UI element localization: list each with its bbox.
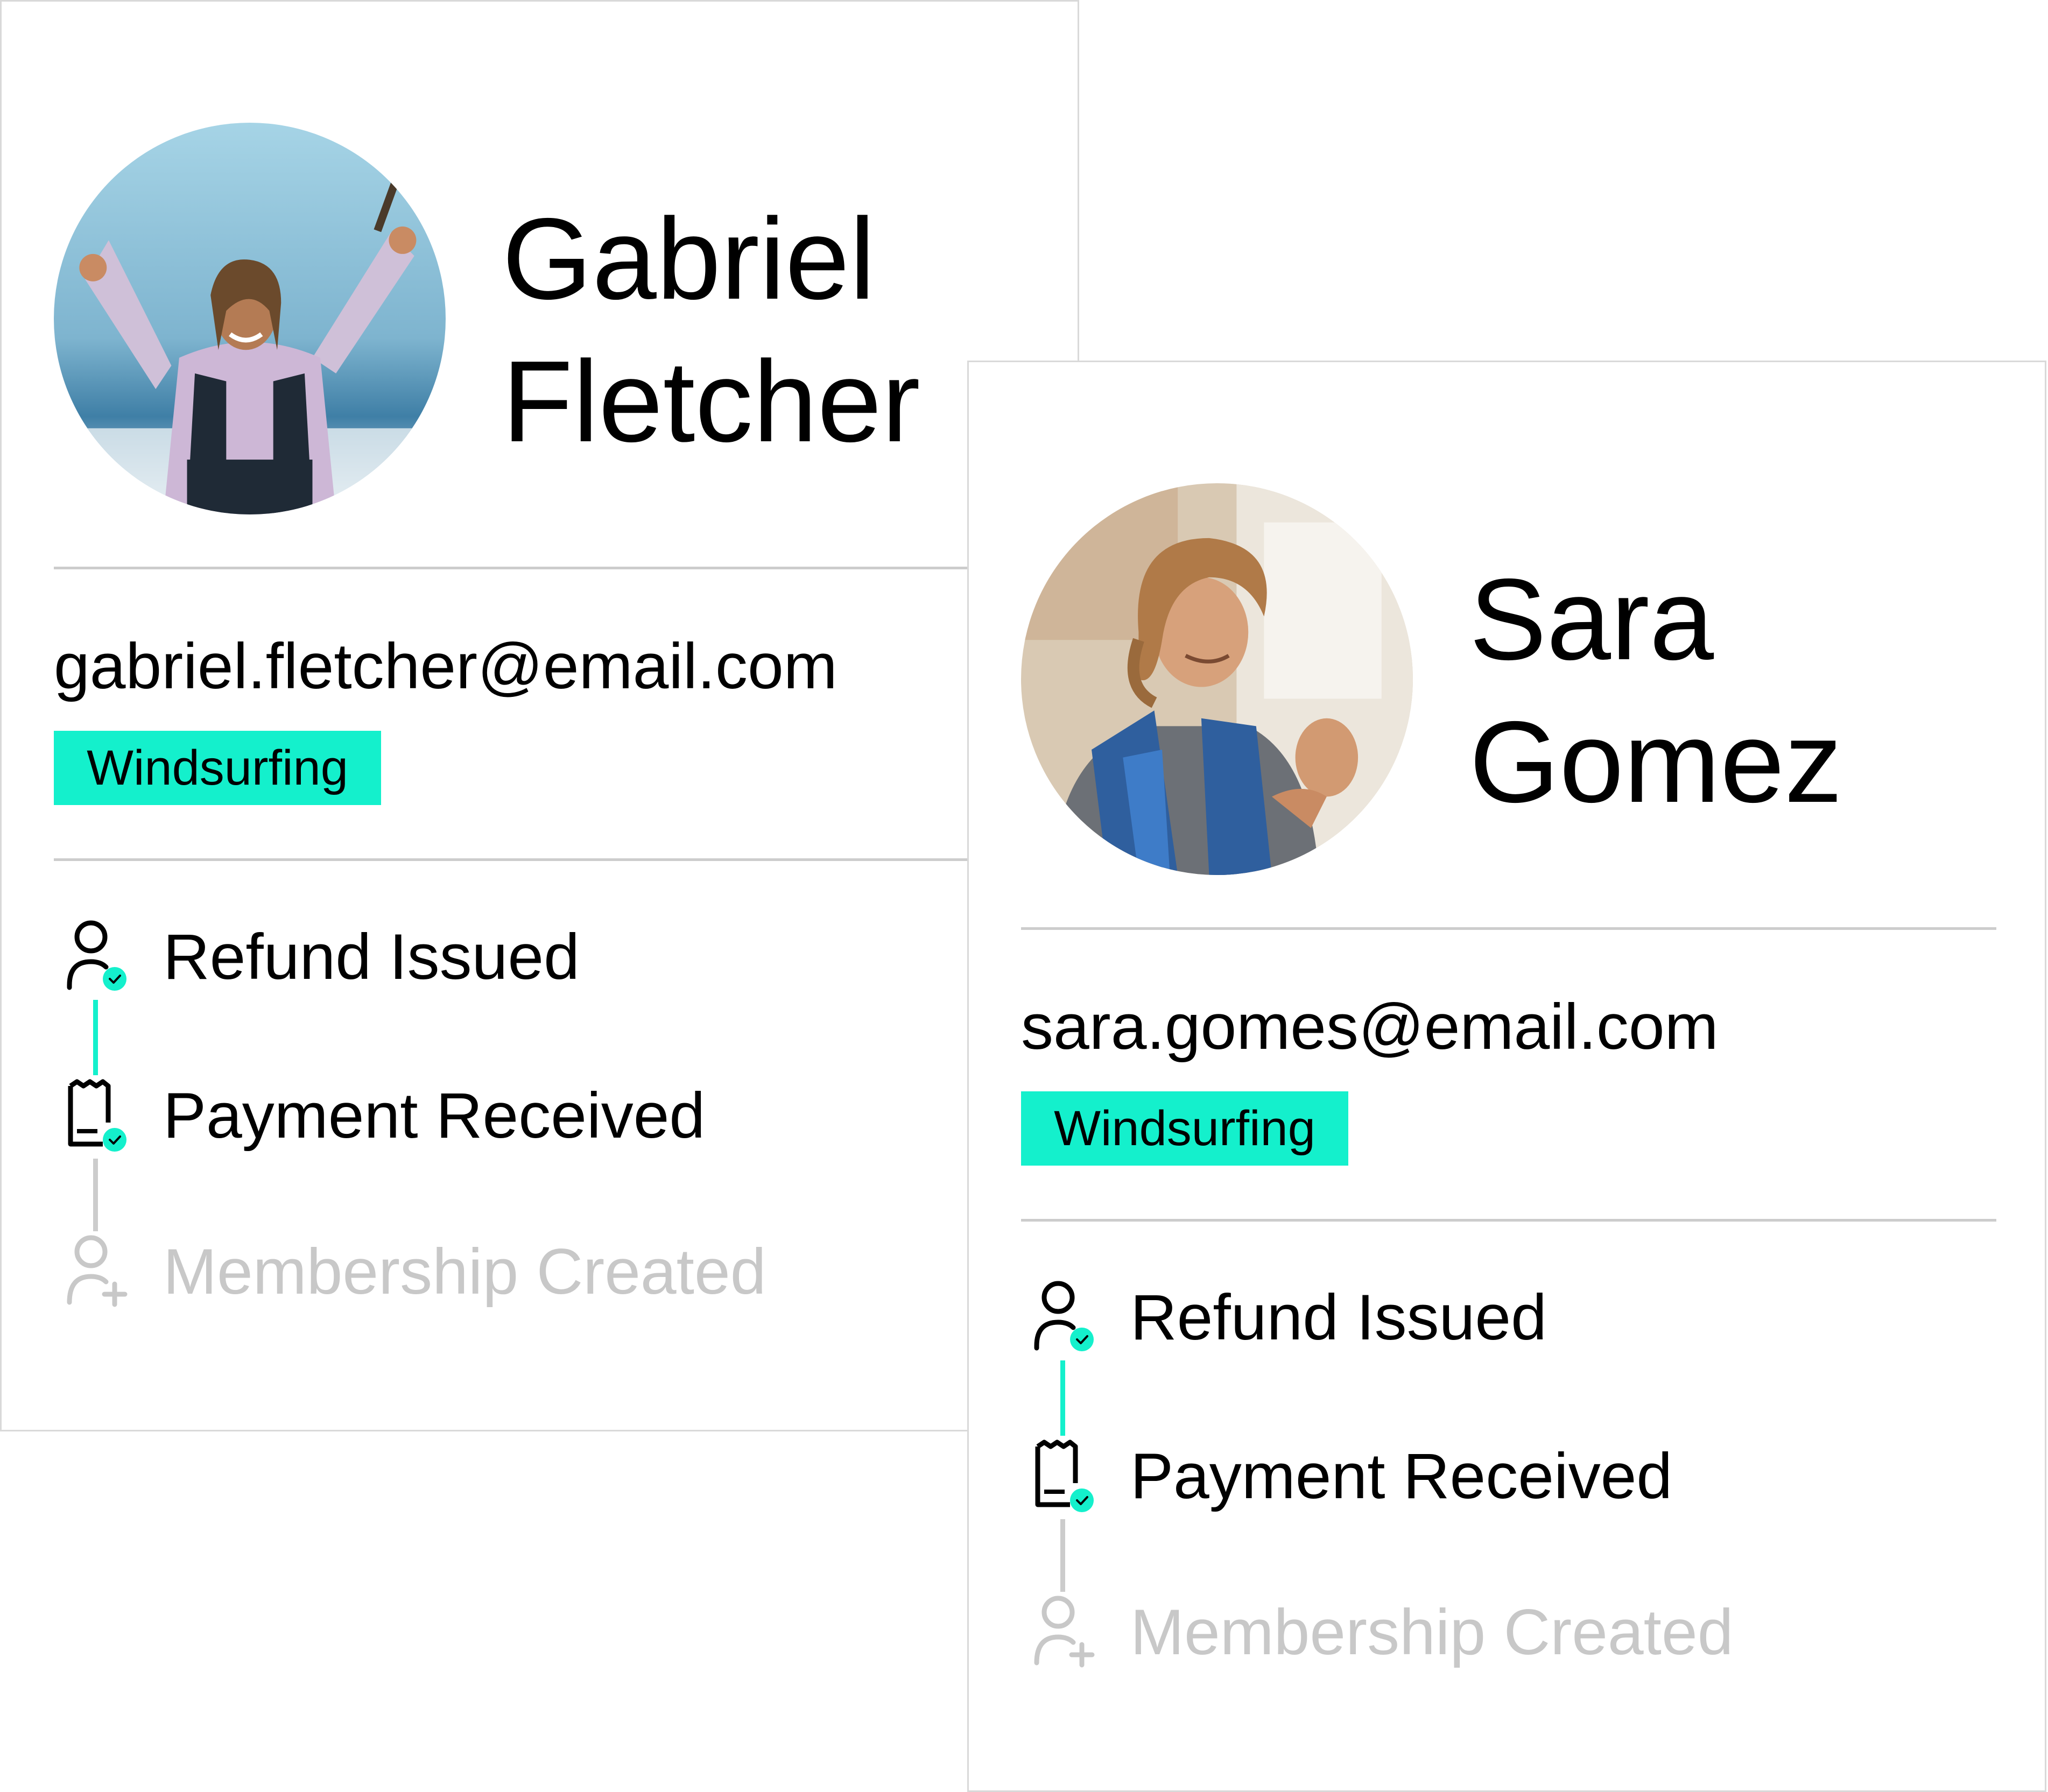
- timeline-label: Refund Issued: [1130, 1281, 1547, 1353]
- user-plus-icon: [1032, 1592, 1102, 1673]
- user-plus-icon: [65, 1231, 135, 1312]
- activity-timeline: Refund Issued Payment Received Membershi…: [969, 362, 2045, 1790]
- timeline-connector-inactive: [93, 1159, 98, 1231]
- timeline-label: Refund Issued: [163, 921, 580, 993]
- timeline-label: Membership Created: [163, 1236, 766, 1308]
- timeline-label: Membership Created: [1130, 1596, 1734, 1668]
- timeline-connector-active: [93, 1000, 98, 1075]
- user-check-icon: [1032, 1277, 1102, 1358]
- customer-card[interactable]: Gabriel Fletcher gabriel.fletcher@email.…: [0, 0, 1079, 1431]
- activity-timeline: Refund Issued Payment Received Membershi…: [2, 2, 1078, 1430]
- timeline-connector-active: [1060, 1360, 1065, 1436]
- timeline-label: Payment Received: [163, 1080, 706, 1152]
- receipt-check-icon: [65, 1075, 135, 1156]
- timeline-label: Payment Received: [1130, 1440, 1673, 1512]
- receipt-check-icon: [1032, 1436, 1102, 1516]
- user-check-icon: [65, 916, 135, 997]
- timeline-connector-inactive: [1060, 1519, 1065, 1592]
- customer-card[interactable]: Sara Gomez sara.gomes@email.com Windsurf…: [967, 361, 2046, 1792]
